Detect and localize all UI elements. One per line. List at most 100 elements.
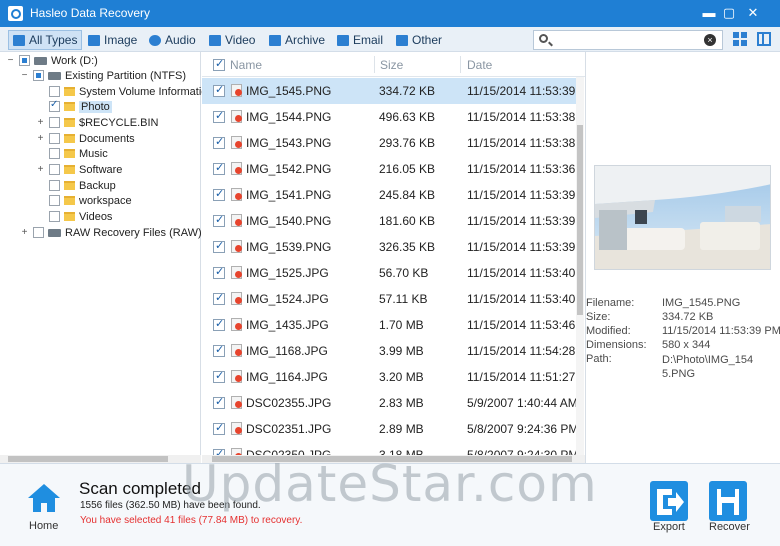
scrollbar-thumb[interactable] xyxy=(577,125,583,315)
file-size: 57.11 KB xyxy=(379,292,428,306)
tree-checkbox[interactable] xyxy=(49,211,60,222)
row-checkbox[interactable] xyxy=(213,109,225,123)
table-row[interactable]: IMG_1542.PNG 216.05 KB 11/15/2014 11:53:… xyxy=(202,156,577,182)
tree-checkbox[interactable] xyxy=(49,180,60,191)
row-checkbox[interactable] xyxy=(213,369,225,383)
export-label[interactable]: Export xyxy=(653,521,685,533)
tree-item-videos[interactable]: Videos xyxy=(36,209,112,224)
tab-label: Image xyxy=(104,33,138,47)
table-row[interactable]: DSC02351.JPG 2.89 MB 5/8/2007 9:24:36 PM xyxy=(202,416,577,442)
tree-item-existing-partition[interactable]: − Existing Partition (NTFS) xyxy=(20,68,186,83)
table-row[interactable]: IMG_1544.PNG 496.63 KB 11/15/2014 11:53:… xyxy=(202,104,577,130)
tree-item-label: System Volume Informatic xyxy=(79,85,207,98)
tab-email[interactable]: Email xyxy=(333,30,387,50)
tree-item-recycle-bin[interactable]: + $RECYCLE.BIN xyxy=(36,115,159,130)
folder-icon xyxy=(64,181,75,190)
table-row[interactable]: IMG_1541.PNG 245.84 KB 11/15/2014 11:53:… xyxy=(202,182,577,208)
column-divider[interactable] xyxy=(460,56,461,73)
tree-checkbox[interactable] xyxy=(49,99,60,112)
recover-label[interactable]: Recover xyxy=(709,521,750,533)
file-name: IMG_1539.PNG xyxy=(246,240,332,254)
tree-checkbox[interactable] xyxy=(49,164,60,175)
minimize-button[interactable]: ▬ xyxy=(700,4,718,22)
table-row[interactable]: IMG_1540.PNG 181.60 KB 11/15/2014 11:53:… xyxy=(202,208,577,234)
tree-item-system-volume[interactable]: System Volume Informatic xyxy=(36,84,207,99)
row-checkbox[interactable] xyxy=(213,265,225,279)
table-row[interactable]: IMG_1539.PNG 326.35 KB 11/15/2014 11:53:… xyxy=(202,234,577,260)
file-list: Name Size Date IMG_1545.PNG 334.72 KB 11… xyxy=(202,52,585,462)
table-row[interactable]: IMG_1164.JPG 3.20 MB 11/15/2014 11:51:27… xyxy=(202,364,577,390)
column-divider[interactable] xyxy=(374,56,375,73)
expand-icon[interactable]: + xyxy=(20,227,29,238)
column-header-date[interactable]: Date xyxy=(467,58,492,72)
collapse-icon[interactable]: − xyxy=(6,55,15,66)
table-row[interactable]: IMG_1524.JPG 57.11 KB 11/15/2014 11:53:4… xyxy=(202,286,577,312)
tree-checkbox[interactable] xyxy=(49,148,60,159)
tree-horizontal-scrollbar[interactable] xyxy=(0,455,201,463)
maximize-button[interactable]: ▢ xyxy=(720,4,738,22)
row-checkbox[interactable] xyxy=(213,317,225,331)
tree-item-work-drive[interactable]: − Work (D:) xyxy=(6,53,98,68)
tree-checkbox[interactable] xyxy=(49,195,60,206)
row-checkbox[interactable] xyxy=(213,135,225,149)
row-checkbox[interactable] xyxy=(213,83,225,97)
tree-item-raw-recovery[interactable]: + RAW Recovery Files (RAW) xyxy=(20,225,202,240)
expand-icon[interactable]: + xyxy=(36,133,45,144)
file-list-vertical-scrollbar[interactable] xyxy=(576,77,584,460)
table-row[interactable]: IMG_1168.JPG 3.99 MB 11/15/2014 11:54:28… xyxy=(202,338,577,364)
home-button[interactable] xyxy=(26,482,62,514)
tree-item-label: workspace xyxy=(79,194,132,207)
table-row[interactable]: DSC02355.JPG 2.83 MB 5/9/2007 1:40:44 AM xyxy=(202,390,577,416)
collapse-icon[interactable]: − xyxy=(20,70,29,81)
column-header-size[interactable]: Size xyxy=(380,58,403,72)
tree-checkbox[interactable] xyxy=(19,55,30,66)
tree-item-workspace[interactable]: workspace xyxy=(36,193,132,208)
grid-view-button[interactable] xyxy=(733,32,747,46)
recover-button[interactable] xyxy=(709,481,747,521)
search-input[interactable] xyxy=(554,33,702,47)
tree-item-software[interactable]: + Software xyxy=(36,162,123,177)
row-checkbox[interactable] xyxy=(213,187,225,201)
tab-all-types[interactable]: All Types xyxy=(8,30,83,50)
row-checkbox[interactable] xyxy=(213,421,225,435)
tree-item-label: Documents xyxy=(79,132,135,145)
tab-video[interactable]: Video xyxy=(205,30,259,50)
tree-checkbox[interactable] xyxy=(33,227,44,238)
tree-item-backup[interactable]: Backup xyxy=(36,178,116,193)
table-row[interactable]: IMG_1545.PNG 334.72 KB 11/15/2014 11:53:… xyxy=(202,78,577,104)
table-row[interactable]: IMG_1525.JPG 56.70 KB 11/15/2014 11:53:4… xyxy=(202,260,577,286)
expand-icon[interactable]: + xyxy=(36,164,45,175)
home-label[interactable]: Home xyxy=(29,520,58,532)
tree-item-documents[interactable]: + Documents xyxy=(36,131,135,146)
close-button[interactable]: ✕ xyxy=(744,4,762,22)
tab-other[interactable]: Other xyxy=(392,30,446,50)
tab-image[interactable]: Image xyxy=(84,30,141,50)
deleted-file-icon xyxy=(231,266,242,279)
row-checkbox[interactable] xyxy=(213,213,225,227)
column-header-name[interactable]: Name xyxy=(230,58,262,72)
tree-item-photo[interactable]: Photo xyxy=(36,99,112,114)
row-checkbox[interactable] xyxy=(213,343,225,357)
file-size: 496.63 KB xyxy=(379,110,436,124)
tree-checkbox[interactable] xyxy=(33,70,44,81)
table-row[interactable]: IMG_1435.JPG 1.70 MB 11/15/2014 11:53:46… xyxy=(202,312,577,338)
table-row[interactable]: IMG_1543.PNG 293.76 KB 11/15/2014 11:53:… xyxy=(202,130,577,156)
preview-view-button[interactable] xyxy=(757,32,771,46)
home-icon xyxy=(28,484,60,512)
tab-audio[interactable]: Audio xyxy=(145,30,200,50)
expand-icon[interactable]: + xyxy=(36,117,45,128)
detail-value: 11/15/2014 11:53:39 PM xyxy=(662,325,780,337)
tree-item-music[interactable]: Music xyxy=(36,146,108,161)
row-checkbox[interactable] xyxy=(213,291,225,305)
row-checkbox[interactable] xyxy=(213,161,225,175)
export-button[interactable] xyxy=(650,481,688,521)
scrollbar-thumb[interactable] xyxy=(8,456,168,462)
tree-checkbox[interactable] xyxy=(49,133,60,144)
row-checkbox[interactable] xyxy=(213,239,225,253)
tree-checkbox[interactable] xyxy=(49,117,60,128)
tab-archive[interactable]: Archive xyxy=(265,30,329,50)
tree-checkbox[interactable] xyxy=(49,86,60,97)
select-all-checkbox[interactable] xyxy=(213,57,225,71)
row-checkbox[interactable] xyxy=(213,395,225,409)
clear-search-icon[interactable]: × xyxy=(704,34,716,46)
